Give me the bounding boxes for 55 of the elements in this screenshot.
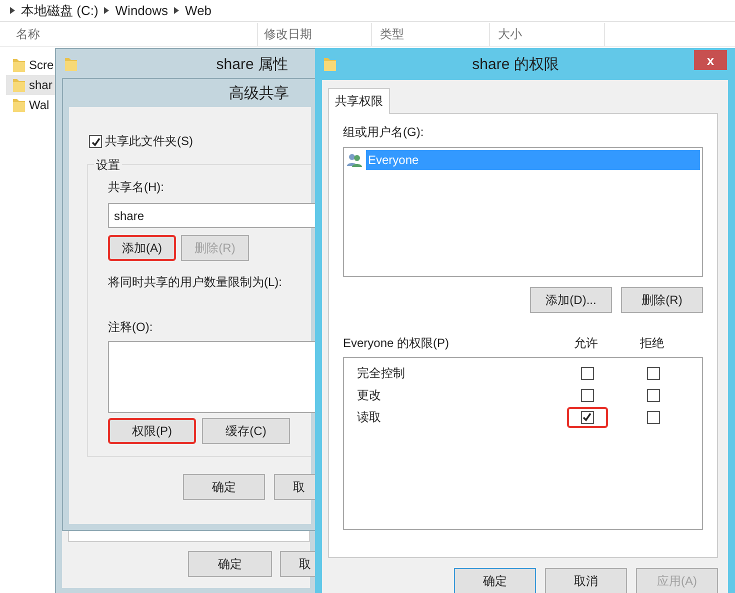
column-header: 拒绝 bbox=[639, 335, 665, 352]
checkbox[interactable] bbox=[89, 135, 102, 148]
option-button[interactable]: 权限(P) bbox=[108, 418, 196, 444]
option-button[interactable]: 缓存(C) bbox=[202, 418, 290, 444]
permission-name: 更改 bbox=[357, 386, 382, 404]
folder-icon bbox=[12, 77, 26, 93]
checkbox[interactable] bbox=[646, 410, 660, 424]
users-icon bbox=[346, 152, 364, 168]
user-button[interactable]: 删除(R) bbox=[621, 287, 703, 313]
permissions-label: Everyone 的权限(P) bbox=[343, 335, 450, 352]
dialog-button[interactable]: 确定 bbox=[188, 551, 272, 577]
column-header[interactable]: 类型 bbox=[372, 23, 490, 46]
checkbox[interactable] bbox=[646, 388, 660, 402]
permission-name: 完全控制 bbox=[357, 364, 406, 382]
dialog-button[interactable]: 取 bbox=[280, 551, 316, 577]
checkbox[interactable] bbox=[646, 366, 660, 380]
dialog-button[interactable]: 确定 bbox=[454, 568, 536, 593]
window-title: share 的权限 bbox=[471, 54, 560, 74]
column-header[interactable]: 修改日期 bbox=[258, 23, 372, 46]
dialog-button[interactable]: 取消 bbox=[545, 568, 627, 593]
file-item[interactable]: shar bbox=[6, 75, 55, 95]
share-name-button[interactable]: 添加(A) bbox=[108, 235, 176, 261]
field-label: 注释(O): bbox=[108, 319, 154, 336]
breadcrumb-item[interactable]: Web bbox=[185, 3, 212, 18]
folder-icon bbox=[323, 56, 337, 72]
column-header[interactable]: 大小 bbox=[490, 23, 605, 46]
user-button[interactable]: 添加(D)... bbox=[530, 287, 612, 313]
permission-name: 读取 bbox=[357, 408, 382, 426]
breadcrumb-item[interactable]: Windows bbox=[115, 3, 168, 18]
triangle-icon bbox=[10, 7, 15, 14]
checkbox-label: 共享此文件夹(S) bbox=[105, 133, 193, 150]
tab[interactable]: 共享权限 bbox=[328, 88, 390, 114]
list-label: 组或用户名(G): bbox=[343, 124, 425, 141]
comment-field[interactable] bbox=[108, 341, 317, 413]
breadcrumb-item[interactable]: 本地磁盘 (C:) bbox=[21, 2, 98, 20]
window-title: share 属性 bbox=[216, 54, 288, 74]
share-name-field[interactable]: share bbox=[108, 203, 317, 228]
close-button[interactable]: x bbox=[694, 50, 727, 70]
dialog-button[interactable]: 取 bbox=[274, 474, 317, 500]
file-item[interactable]: Wal bbox=[6, 95, 55, 115]
checkbox[interactable] bbox=[580, 366, 594, 380]
checkbox[interactable] bbox=[580, 388, 594, 402]
triangle-icon bbox=[174, 7, 180, 14]
folder-icon bbox=[64, 56, 78, 72]
column-header: 允许 bbox=[573, 335, 599, 352]
checkbox[interactable] bbox=[580, 410, 594, 424]
limit-label: 将同时共享的用户数量限制为(L): bbox=[108, 274, 283, 291]
folder-icon bbox=[12, 57, 26, 73]
folder-icon bbox=[12, 97, 26, 113]
dialog-button[interactable]: 确定 bbox=[183, 474, 265, 500]
column-header[interactable]: 名称 bbox=[0, 23, 258, 46]
triangle-icon bbox=[104, 7, 110, 14]
field-label: 共享名(H): bbox=[108, 179, 165, 196]
file-item[interactable]: Scre bbox=[6, 55, 55, 75]
dialog-title: 高级共享 bbox=[229, 84, 289, 102]
